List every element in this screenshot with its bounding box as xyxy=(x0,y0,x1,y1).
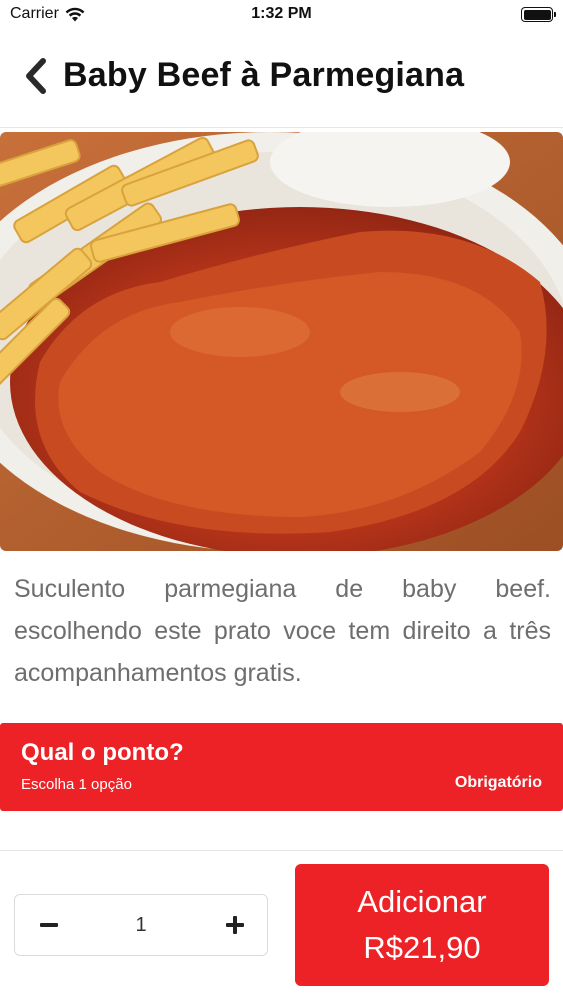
quantity-stepper: 1 xyxy=(14,894,268,956)
option-group-title: Qual o ponto? xyxy=(21,739,184,766)
product-image xyxy=(0,132,563,551)
required-badge: Obrigatório xyxy=(454,774,542,791)
product-description: Suculento parmegiana de baby beef. escol… xyxy=(14,575,551,687)
plus-icon xyxy=(226,916,244,934)
page-title: Baby Beef à Parmegiana xyxy=(63,56,465,94)
navigation-bar: Baby Beef à Parmegiana xyxy=(0,30,563,128)
battery-icon xyxy=(521,7,556,22)
add-button-price: R$21,90 xyxy=(363,930,481,965)
increment-button[interactable] xyxy=(213,903,257,947)
status-time: 1:32 PM xyxy=(251,5,312,22)
option-group-subtitle: Escolha 1 opção xyxy=(21,776,132,793)
add-to-cart-button[interactable]: Adicionar R$21,90 xyxy=(295,864,549,986)
footer-divider xyxy=(0,850,563,851)
dish-photo xyxy=(0,132,563,551)
add-button-label: Adicionar xyxy=(357,884,487,919)
chevron-left-icon xyxy=(26,58,46,94)
status-bar: Carrier 1:32 PM xyxy=(0,0,563,30)
back-button[interactable] xyxy=(18,56,54,96)
option-group-header: Qual o ponto? Escolha 1 opção Obrigatóri… xyxy=(0,723,563,811)
